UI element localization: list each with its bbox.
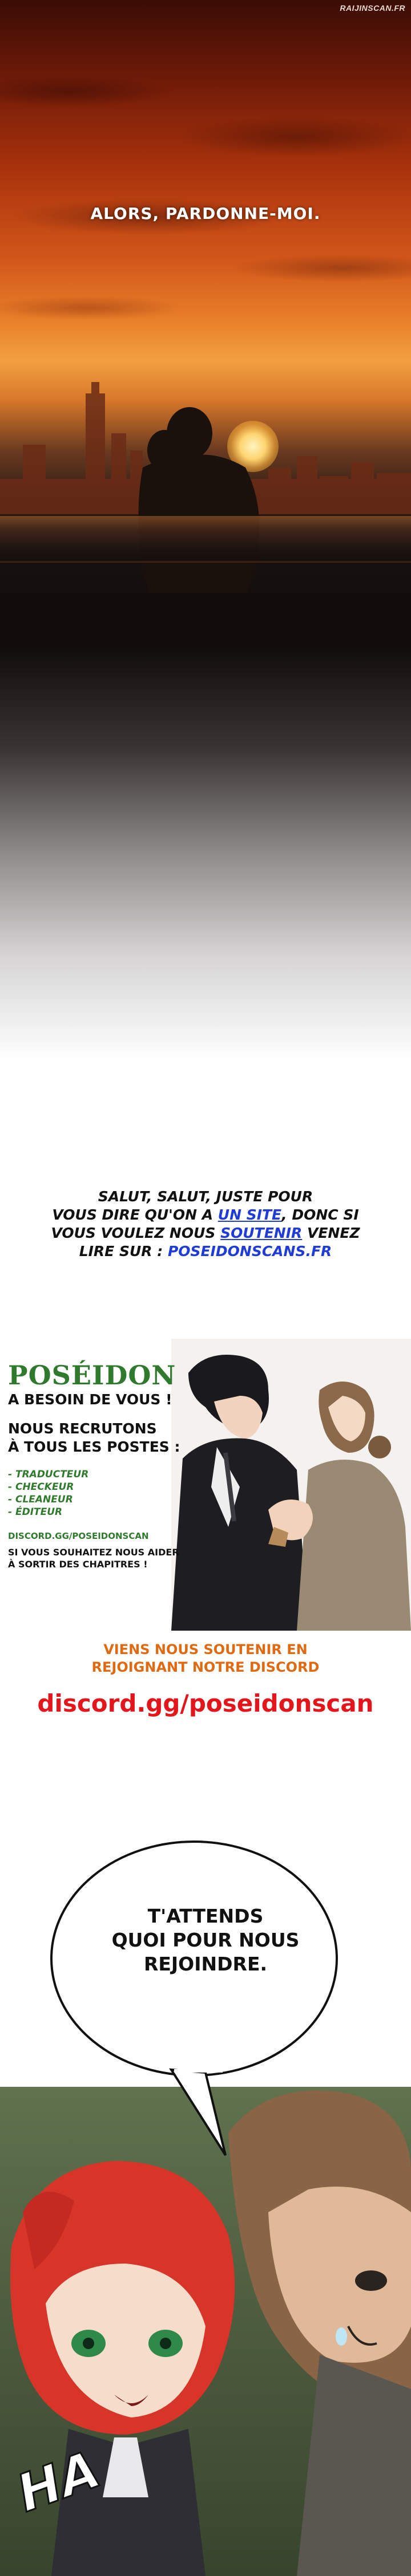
site-link[interactable]: UN SITE <box>218 1206 281 1223</box>
promo-text: VOUS DIRE QU'ON A <box>52 1206 218 1223</box>
promo-line-3: VOUS VOULEZ NOUS SOUTENIR VENEZ <box>0 1224 411 1242</box>
banner-discord-link[interactable]: DISCORD.GG/POSEIDONSCAN <box>8 1531 149 1541</box>
promo-text: VOUS VOULEZ NOUS <box>51 1225 221 1241</box>
banner-help-text: SI VOUS SOUHAITEZ NOUS AIDER À SORTIR DE… <box>8 1546 179 1570</box>
recruit-line-1: NOUS RECRUTONS <box>8 1420 157 1437</box>
role-item: - TRADUCTEUR <box>8 1469 89 1480</box>
promo-line-2: VOUS DIRE QU'ON A UN SITE, DONC SI <box>0 1206 411 1224</box>
recruit-text: NOUS RECRUTONS À TOUS LES POSTES : <box>8 1420 180 1456</box>
promo-text: , DONC SI <box>281 1206 359 1223</box>
discord-callout: VIENS NOUS SOUTENIR EN REJOIGNANT NOTRE … <box>0 1641 411 1676</box>
banner-title: POSÉIDON <box>8 1360 176 1391</box>
banner-subtitle: A BESOIN DE VOUS ! <box>8 1391 172 1408</box>
callout-line-2: REJOIGNANT NOTRE DISCORD <box>91 1659 320 1675</box>
discord-invite-link[interactable]: discord.gg/poseidonscan <box>0 1689 411 1717</box>
promo-text: VENEZ <box>302 1225 360 1241</box>
gradient-fade <box>0 644 411 1061</box>
role-item: - CHECKEUR <box>8 1481 74 1493</box>
callout-line-1: VIENS NOUS SOUTENIR EN <box>103 1642 308 1657</box>
help-line-1: SI VOUS SOUHAITEZ NOUS AIDER <box>8 1547 179 1558</box>
support-link[interactable]: SOUTENIR <box>220 1225 302 1241</box>
recruit-line-2: À TOUS LES POSTES : <box>8 1439 180 1455</box>
panel-caption: ALORS, PARDONNE-MOI. <box>90 204 321 223</box>
role-item: - CLEANEUR <box>8 1494 73 1505</box>
bubble-line-2: QUOI POUR NOUS <box>111 1929 300 1951</box>
promo-message: SALUT, SALUT, JUSTE POUR VOUS DIRE QU'ON… <box>0 1188 411 1261</box>
site-watermark: RAIJINSCAN.FR <box>340 3 405 13</box>
river-reflection <box>0 516 411 562</box>
bubble-line-1: T'ATTENDS <box>147 1905 264 1927</box>
promo-line-4: LIRE SUR : POSEIDONSCANS.FR <box>0 1242 411 1261</box>
poseidon-site-link[interactable]: POSEIDONSCANS.FR <box>168 1243 332 1259</box>
role-item: - ÉDITEUR <box>8 1506 63 1518</box>
role-list: - TRADUCTEUR - CHECKEUR - CLEANEUR - ÉDI… <box>8 1468 88 1518</box>
bubble-line-3: REJOINDRE. <box>143 1953 268 1975</box>
promo-text: LIRE SUR : <box>79 1243 168 1259</box>
promo-line-1: SALUT, SALUT, JUSTE POUR <box>98 1188 313 1205</box>
speech-bubble-text: T'ATTENDS QUOI POUR NOUS REJOINDRE. <box>0 1904 411 1976</box>
help-line-2: À SORTIR DES CHAPITRES ! <box>8 1559 148 1570</box>
